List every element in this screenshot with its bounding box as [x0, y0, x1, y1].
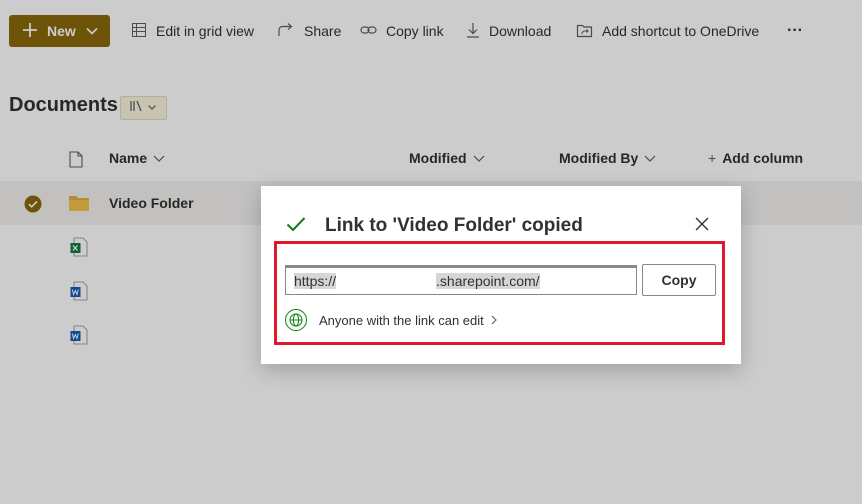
globe-icon — [285, 309, 307, 331]
link-permission-settings[interactable]: Anyone with the link can edit — [285, 308, 498, 332]
copy-button[interactable]: Copy — [642, 264, 716, 296]
close-icon — [695, 217, 709, 236]
chevron-right-icon — [490, 313, 498, 328]
checkmark-icon — [286, 216, 306, 237]
link-url-redacted — [336, 274, 436, 288]
link-input[interactable]: https://.sharepoint.com/ — [285, 265, 637, 295]
link-url-text[interactable]: https://.sharepoint.com/ — [294, 273, 540, 289]
permission-label: Anyone with the link can edit — [319, 312, 484, 328]
close-button[interactable] — [690, 214, 714, 238]
dialog-title: Link to 'Video Folder' copied — [325, 215, 583, 236]
